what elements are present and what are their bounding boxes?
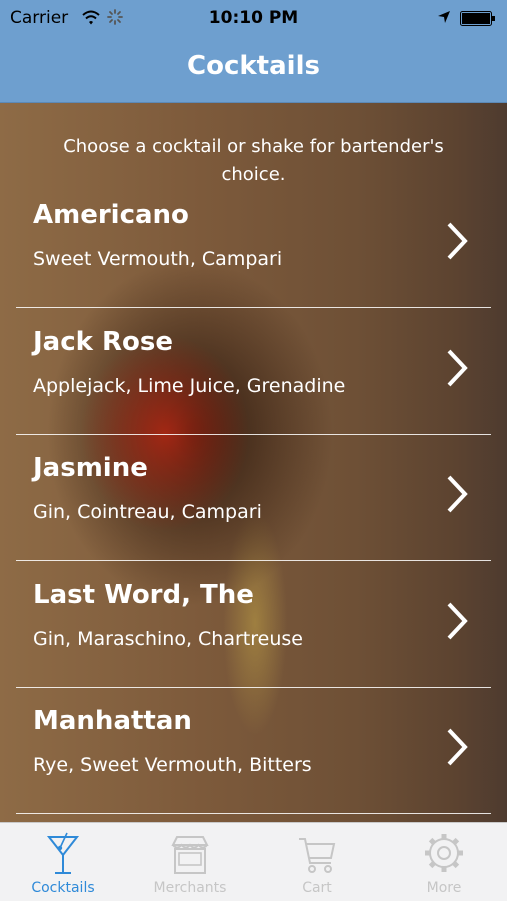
cocktail-name: Manhattan bbox=[33, 706, 192, 736]
battery-icon bbox=[460, 11, 495, 26]
cocktail-ingredients: Rye, Sweet Vermouth, Bitters bbox=[33, 754, 312, 776]
row-divider bbox=[16, 813, 491, 814]
storefront-icon bbox=[171, 836, 209, 874]
navigation-bar: Cocktails bbox=[0, 36, 507, 103]
cocktail-ingredients: Sweet Vermouth, Campari bbox=[33, 248, 283, 270]
tab-label: Merchants bbox=[153, 880, 227, 896]
tab-merchants[interactable]: Merchants bbox=[127, 823, 253, 901]
cocktail-row-jack-rose[interactable]: Jack Rose Applejack, Lime Juice, Grenadi… bbox=[0, 309, 507, 435]
row-divider bbox=[16, 307, 491, 308]
tab-label: Cocktails bbox=[31, 880, 95, 896]
chevron-right-icon bbox=[447, 222, 468, 260]
row-divider bbox=[16, 560, 491, 561]
cocktail-row-jasmine[interactable]: Jasmine Gin, Cointreau, Campari bbox=[0, 435, 507, 561]
cocktail-ingredients: Gin, Cointreau, Campari bbox=[33, 501, 262, 523]
cocktail-row-manhattan[interactable]: Manhattan Rye, Sweet Vermouth, Bitters bbox=[0, 688, 507, 814]
cocktail-row-americano[interactable]: Americano Sweet Vermouth, Campari bbox=[0, 182, 507, 308]
tab-bar: Cocktails Merchants Cart More bbox=[0, 822, 507, 901]
cocktail-row-last-word[interactable]: Last Word, The Gin, Maraschino, Chartreu… bbox=[0, 562, 507, 688]
cocktail-glass-icon bbox=[46, 832, 80, 874]
cart-icon bbox=[299, 838, 336, 873]
chevron-right-icon bbox=[447, 475, 468, 513]
cocktail-name: Jasmine bbox=[33, 453, 148, 483]
tab-cocktails[interactable]: Cocktails bbox=[0, 823, 126, 901]
location-arrow-icon bbox=[438, 11, 450, 23]
cocktail-ingredients: Gin, Maraschino, Chartreuse bbox=[33, 628, 303, 650]
chevron-right-icon bbox=[447, 602, 468, 640]
cocktail-ingredients: Applejack, Lime Juice, Grenadine bbox=[33, 375, 346, 397]
gear-icon bbox=[425, 834, 463, 872]
cocktail-list[interactable]: Choose a cocktail or shake for bartender… bbox=[0, 103, 507, 822]
cocktail-name: Americano bbox=[33, 200, 189, 230]
chevron-right-icon bbox=[447, 349, 468, 387]
tab-cart[interactable]: Cart bbox=[254, 823, 380, 901]
cocktail-name: Jack Rose bbox=[33, 327, 173, 357]
status-time: 10:10 PM bbox=[208, 8, 299, 28]
tab-label: Cart bbox=[302, 880, 332, 896]
page-title: Cocktails bbox=[187, 51, 320, 81]
intro-text: Choose a cocktail or shake for bartender… bbox=[63, 136, 444, 185]
cocktail-name: Last Word, The bbox=[33, 580, 254, 610]
tab-label: More bbox=[426, 880, 462, 896]
tab-more[interactable]: More bbox=[381, 823, 507, 901]
status-bar: Carrier 10:10 PM bbox=[0, 0, 507, 36]
chevron-right-icon bbox=[447, 728, 468, 766]
